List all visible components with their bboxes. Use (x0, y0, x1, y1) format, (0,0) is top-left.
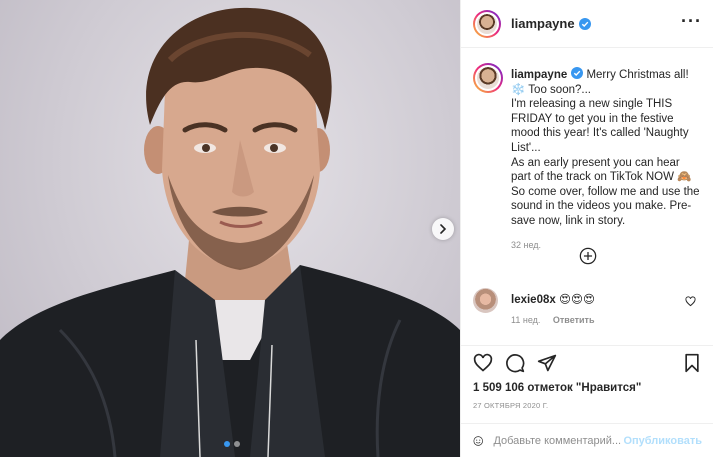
caption-time[interactable]: 32 нед. (511, 238, 700, 253)
carousel-dot (234, 441, 240, 447)
bookmark-icon[interactable] (682, 353, 702, 373)
post-header: liampayne ··· (461, 0, 713, 48)
commenter-username[interactable]: lexie08x (511, 294, 556, 306)
verified-badge-icon (571, 67, 584, 79)
likes-count[interactable]: 1 509 106 отметок "Нравится" (473, 382, 702, 394)
comment-icon[interactable] (505, 353, 525, 373)
instagram-post: liampayne ··· liampayne Merry Christmas … (0, 0, 713, 457)
carousel-indicator (224, 441, 240, 447)
share-icon[interactable] (537, 353, 557, 373)
commenter-avatar[interactable] (473, 288, 498, 313)
portrait-illustration (0, 7, 460, 457)
caption-username[interactable]: liampayne (511, 69, 567, 81)
comment-input[interactable] (493, 434, 624, 447)
chevron-right-icon (440, 224, 447, 234)
author-username[interactable]: liampayne (511, 16, 575, 31)
plus-circle-icon[interactable] (579, 247, 597, 265)
caption-avatar[interactable] (473, 63, 503, 93)
emoji-icon[interactable] (473, 431, 483, 451)
post-date[interactable]: 27 октября 2020 г. (473, 401, 702, 410)
reply-button[interactable]: Ответить (553, 315, 595, 325)
caption-text: Merry Christmas all! ❄️ Too soon?... I'm… (511, 69, 700, 227)
post-photo[interactable] (0, 0, 460, 457)
post-side-panel: liampayne ··· liampayne Merry Christmas … (460, 0, 713, 457)
post-actions: 1 509 106 отметок "Нравится" 27 октября … (461, 345, 713, 425)
like-heart-icon[interactable] (473, 353, 493, 373)
comment-text-line: lexie08x 😍😍😍 (511, 292, 595, 306)
carousel-dot-active (224, 441, 230, 447)
add-comment-bar: Опубликовать (461, 423, 713, 457)
comment-meta: 11 нед. Ответить (511, 315, 594, 325)
verified-badge-icon (578, 17, 591, 30)
publish-button[interactable]: Опубликовать (623, 435, 702, 447)
more-options-icon[interactable]: ··· (681, 12, 702, 30)
comments-section: liampayne Merry Christmas all! ❄️ Too so… (461, 49, 713, 344)
post-caption: liampayne Merry Christmas all! ❄️ Too so… (461, 49, 713, 252)
heart-outline-icon[interactable] (685, 296, 696, 307)
comment-text: 😍😍😍 (558, 294, 595, 306)
caption-text-block: liampayne Merry Christmas all! ❄️ Too so… (511, 67, 700, 229)
comment-time[interactable]: 11 нед. (511, 315, 540, 325)
author-avatar[interactable] (473, 9, 501, 38)
carousel-next-button[interactable] (432, 218, 454, 240)
action-icons (473, 353, 702, 375)
